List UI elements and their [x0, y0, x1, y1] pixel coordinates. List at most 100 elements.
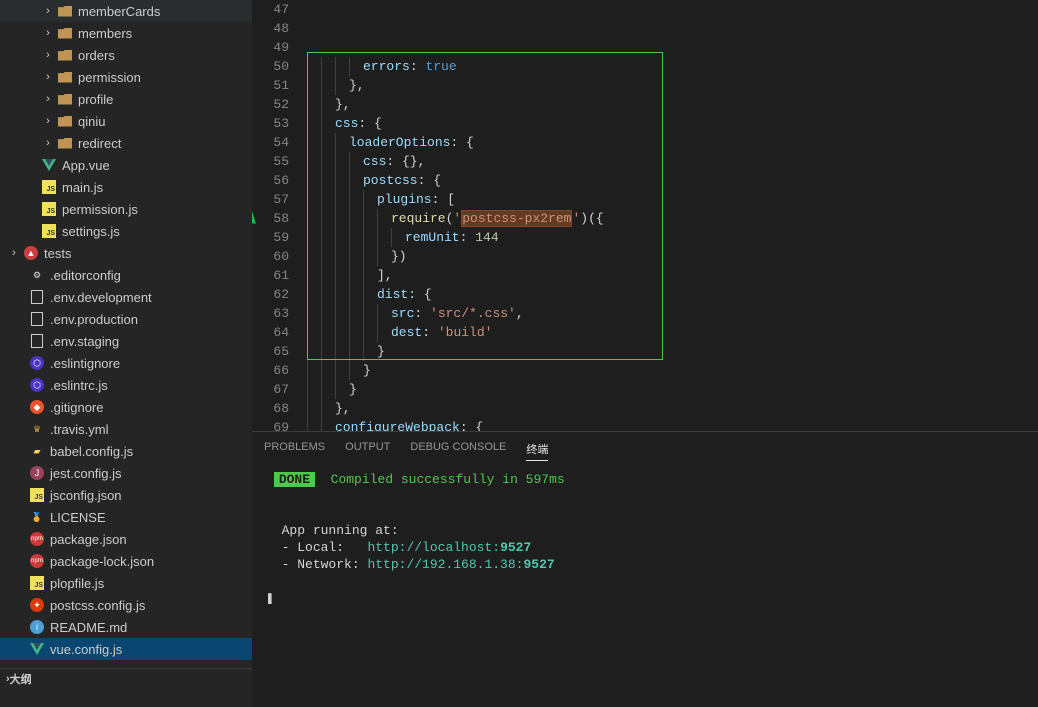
line-number: 50: [252, 57, 289, 76]
file-item[interactable]: JSjsconfig.json: [0, 484, 252, 506]
file-item[interactable]: JSsettings.js: [0, 220, 252, 242]
chevron-right-icon: ›: [40, 27, 56, 39]
line-number: 65: [252, 342, 289, 361]
file-item[interactable]: ✦ postcss.config.js: [0, 594, 252, 616]
code-line[interactable]: dest: 'build': [307, 323, 1032, 342]
file-item[interactable]: JSpermission.js: [0, 198, 252, 220]
network-url[interactable]: http://192.168.1.38:9527: [367, 557, 554, 572]
code-line[interactable]: errors: true: [307, 57, 1032, 76]
folder-item[interactable]: ›profile: [0, 88, 252, 110]
file-item[interactable]: .env.production: [0, 308, 252, 330]
folder-label: orders: [78, 48, 115, 63]
chevron-right-icon: ›: [40, 71, 56, 83]
panel-tab[interactable]: OUTPUT: [345, 438, 390, 461]
code-line[interactable]: remUnit: 144: [307, 228, 1032, 247]
folder-icon: [56, 28, 74, 39]
folder-item[interactable]: ›memberCards: [0, 0, 252, 22]
file-icon: [28, 290, 46, 304]
file-item[interactable]: npmpackage.json: [0, 528, 252, 550]
file-item[interactable]: npmpackage-lock.json: [0, 550, 252, 572]
code-line[interactable]: }): [307, 247, 1032, 266]
code-area[interactable]: errors: true},},css: {loaderOptions: {cs…: [307, 0, 1032, 431]
line-number: 60: [252, 247, 289, 266]
minimap[interactable]: [1032, 0, 1038, 431]
file-item[interactable]: JSplopfile.js: [0, 572, 252, 594]
panel-tab[interactable]: DEBUG CONSOLE: [410, 438, 506, 461]
chevron-right-icon: ›: [40, 5, 56, 17]
line-number: 68: [252, 399, 289, 418]
folder-item[interactable]: ›redirect: [0, 132, 252, 154]
running-label: App running at:: [282, 523, 399, 538]
code-line[interactable]: src: 'src/*.css',: [307, 304, 1032, 323]
file-label: package-lock.json: [50, 554, 154, 569]
code-line[interactable]: postcss: {: [307, 171, 1032, 190]
file-icon: [28, 312, 46, 326]
file-item[interactable]: .env.staging: [0, 330, 252, 352]
file-item[interactable]: JSmain.js: [0, 176, 252, 198]
code-line[interactable]: }: [307, 361, 1032, 380]
file-item[interactable]: 🏅LICENSE: [0, 506, 252, 528]
chevron-right-icon: ›: [40, 137, 56, 149]
chevron-right-icon: ›: [40, 115, 56, 127]
js-icon: JS: [40, 202, 58, 216]
file-item[interactable]: ⬡.eslintignore: [0, 352, 252, 374]
code-line[interactable]: },: [307, 399, 1032, 418]
folder-label: tests: [44, 246, 71, 261]
panel-tab[interactable]: 终端: [526, 438, 548, 461]
postcss-icon: ✦: [28, 598, 46, 612]
folder-item[interactable]: ›qiniu: [0, 110, 252, 132]
chevron-right-icon: ›: [40, 93, 56, 105]
file-label: .eslintrc.js: [50, 378, 108, 393]
panel-tab[interactable]: PROBLEMS: [264, 438, 325, 461]
folder-icon: [56, 72, 74, 83]
file-label: .travis.yml: [50, 422, 109, 437]
line-number: 67: [252, 380, 289, 399]
file-label: postcss.config.js: [50, 598, 145, 613]
vue-icon: [28, 643, 46, 655]
line-number: 62: [252, 285, 289, 304]
file-item[interactable]: ⚙.editorconfig: [0, 264, 252, 286]
code-line[interactable]: plugins: [: [307, 190, 1032, 209]
eslint-icon: ⬡: [28, 378, 46, 392]
tests-folder[interactable]: › ▲ tests: [0, 242, 252, 264]
folder-icon: [56, 94, 74, 105]
file-item[interactable]: ▰babel.config.js: [0, 440, 252, 462]
file-label: vue.config.js: [50, 642, 122, 657]
code-line[interactable]: require('postcss-px2rem')({: [307, 209, 1032, 228]
file-item[interactable]: Jjest.config.js: [0, 462, 252, 484]
file-explorer[interactable]: ›memberCards›members›orders›permission›p…: [0, 0, 252, 707]
file-item[interactable]: vue.config.js: [0, 638, 252, 660]
folder-item[interactable]: ›permission: [0, 66, 252, 88]
code-line[interactable]: configureWebpack: {: [307, 418, 1032, 431]
file-item[interactable]: iREADME.md: [0, 616, 252, 638]
line-number: 66: [252, 361, 289, 380]
local-url[interactable]: http://localhost:9527: [367, 540, 531, 555]
folder-label: members: [78, 26, 132, 41]
code-line[interactable]: dist: {: [307, 285, 1032, 304]
file-item[interactable]: App.vue: [0, 154, 252, 176]
code-line[interactable]: ],: [307, 266, 1032, 285]
code-line[interactable]: },: [307, 76, 1032, 95]
file-item[interactable]: ⬡ .eslintrc.js: [0, 374, 252, 396]
code-line[interactable]: css: {},: [307, 152, 1032, 171]
file-label: jsconfig.json: [50, 488, 122, 503]
tests-icon: ▲: [22, 246, 40, 260]
outline-section[interactable]: › 大纲: [0, 668, 252, 689]
folder-item[interactable]: ›orders: [0, 44, 252, 66]
code-line[interactable]: }: [307, 342, 1032, 361]
file-item[interactable]: ◆.gitignore: [0, 396, 252, 418]
line-number: 51: [252, 76, 289, 95]
code-line[interactable]: loaderOptions: {: [307, 133, 1032, 152]
eslint-icon: ⬡: [28, 356, 46, 370]
terminal-output[interactable]: DONE Compiled successfully in 597ms App …: [252, 461, 1038, 707]
file-item[interactable]: .env.development: [0, 286, 252, 308]
editor[interactable]: 4748495051525354555657585960616263646566…: [252, 0, 1038, 431]
line-number: 57: [252, 190, 289, 209]
code-line[interactable]: },: [307, 95, 1032, 114]
folder-item[interactable]: › members: [0, 22, 252, 44]
file-label: plopfile.js: [50, 576, 104, 591]
file-item[interactable]: ♛.travis.yml: [0, 418, 252, 440]
file-label: main.js: [62, 180, 103, 195]
code-line[interactable]: css: {: [307, 114, 1032, 133]
code-line[interactable]: }: [307, 380, 1032, 399]
